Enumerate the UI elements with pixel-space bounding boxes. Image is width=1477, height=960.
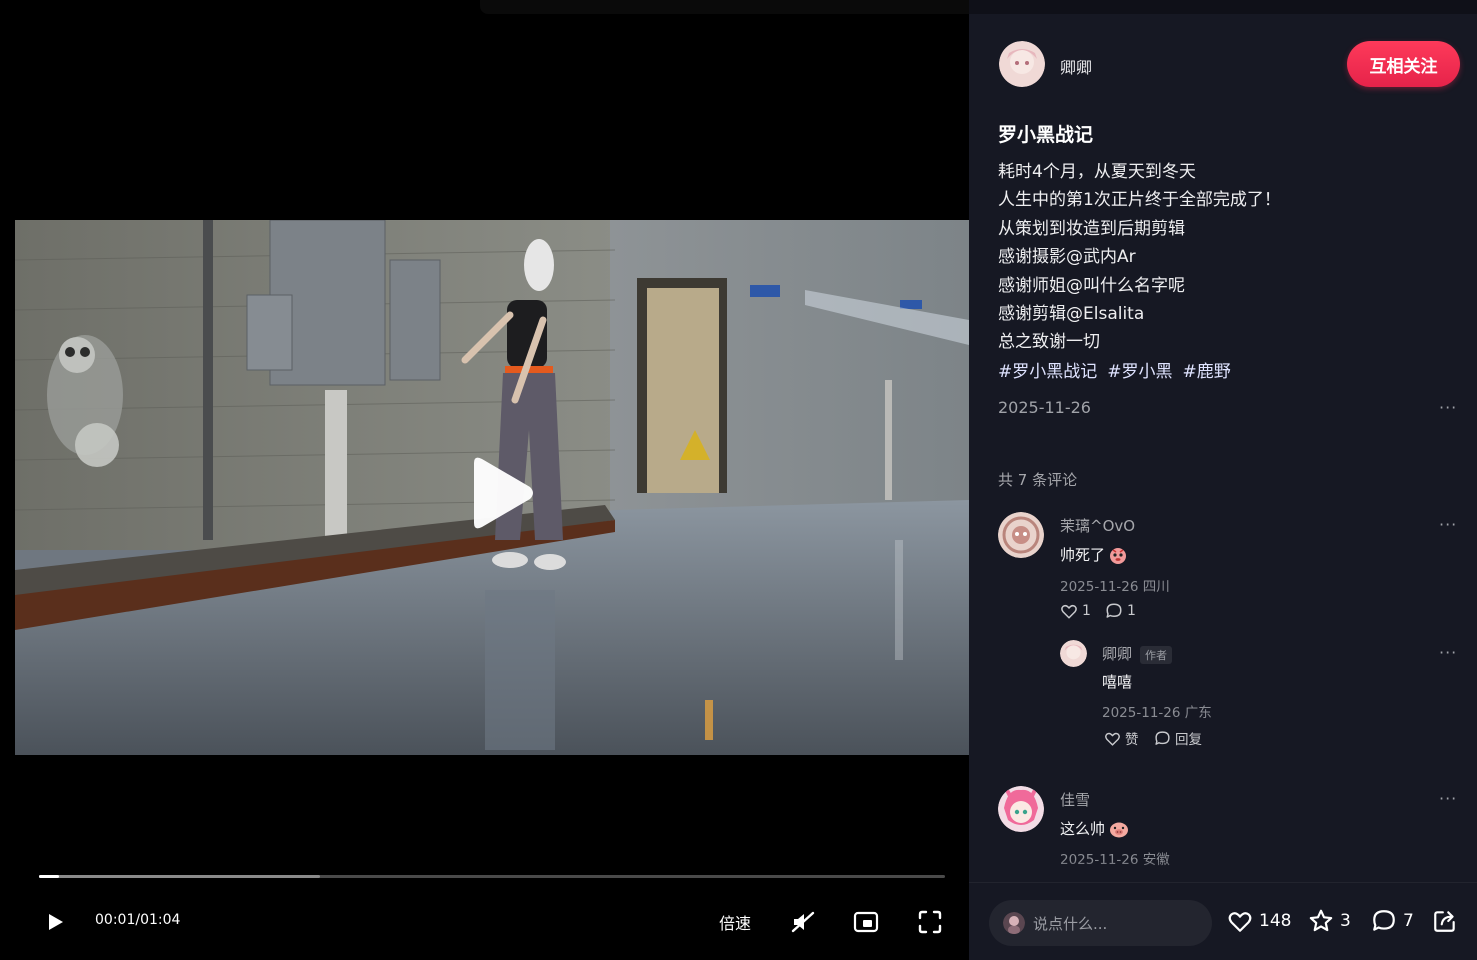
like-button[interactable]: 148	[1227, 908, 1291, 934]
hashtag-row: #罗小黑战记 #罗小黑 #鹿野	[998, 357, 1231, 382]
chat-bubble-icon	[1155, 730, 1170, 745]
post-title: 罗小黑战记	[998, 124, 1094, 146]
description-line: 总之致谢一切	[998, 332, 1100, 353]
heart-outline-icon	[1061, 604, 1077, 619]
reply-author-name-text[interactable]: 卿卿	[1102, 645, 1132, 663]
center-play-icon[interactable]	[466, 455, 536, 531]
reply-like-button[interactable]: 赞	[1104, 728, 1139, 748]
comment-button[interactable]: 7	[1371, 908, 1414, 934]
post-description: 耗时4个月，从夏天到冬天 人生中的第1次正片终于全部完成了！ 从策划到妆造到后期…	[998, 158, 1438, 357]
heart-outline-icon	[1105, 732, 1120, 746]
follow-button[interactable]: 互相关注	[1347, 41, 1460, 87]
comment-input[interactable]: 说点什么...	[989, 900, 1212, 946]
description-line: 感谢剪辑@Elsalita	[998, 304, 1145, 325]
comment-meta: 2025-11-26 四川	[1060, 579, 1170, 595]
comment-more-icon[interactable]: ···	[1439, 789, 1457, 808]
author-badge: 作者	[1140, 645, 1173, 664]
comment-count: 共 7 条评论	[998, 471, 1078, 489]
commenter-name[interactable]: 茉璃^OvO	[1060, 515, 1135, 536]
comment-reply-count: 1	[1127, 603, 1136, 619]
comment-input-placeholder: 说点什么...	[1033, 914, 1108, 933]
heart-outline-icon	[1228, 912, 1252, 932]
current-user-avatar	[1003, 912, 1025, 934]
description-line: 耗时4个月，从夏天到冬天	[998, 162, 1196, 182]
commenter-name[interactable]: 佳雪	[1060, 789, 1090, 810]
mute-button[interactable]	[788, 906, 818, 938]
detail-panel: 卿卿 互相关注 罗小黑战记 耗时4个月，从夏天到冬天 人生中的第1次正片终于全部…	[969, 0, 1477, 960]
progress-bar[interactable]	[39, 875, 945, 878]
picture-in-picture-icon	[853, 911, 879, 933]
description-line: 从策划到妆造到后期剪辑	[998, 218, 1185, 239]
hashtag-link[interactable]: #罗小黑	[1107, 357, 1172, 382]
description-line: 感谢摄影@武内Ar	[998, 247, 1136, 268]
chat-bubble-icon	[1373, 910, 1395, 931]
author-avatar[interactable]	[999, 41, 1045, 87]
hashtag-link[interactable]: #鹿野	[1183, 357, 1231, 382]
comment-like-count: 1	[1082, 603, 1091, 619]
reply-reply-label: 回复	[1175, 732, 1202, 748]
time-display: 00:01/01:04	[95, 912, 181, 928]
fullscreen-icon	[918, 910, 942, 934]
comment-text: 帅死了	[1060, 544, 1127, 565]
hashtag-link[interactable]: #罗小黑战记	[998, 357, 1097, 382]
reply-meta: 2025-11-26 广东	[1102, 705, 1212, 721]
commenter-avatar[interactable]	[998, 512, 1044, 558]
comment-text: 这么帅	[1060, 818, 1129, 839]
play-icon	[49, 914, 63, 930]
top-search-bar-hint	[480, 0, 980, 14]
comment-text-content: 帅死了	[1060, 546, 1106, 564]
star-outline-icon	[1309, 909, 1333, 932]
commenter-avatar[interactable]	[998, 786, 1044, 832]
comment-total-count: 7	[1403, 911, 1414, 931]
post-date: 2025-11-26	[998, 398, 1091, 417]
interaction-bar: 说点什么... 148 3 7	[969, 882, 1477, 960]
progress-played	[39, 875, 59, 878]
pig-face-emoji-icon	[1110, 822, 1129, 837]
reply-text: 嘻嘻	[1102, 673, 1133, 691]
reply-like-label: 赞	[1125, 732, 1139, 748]
top-bar-hint	[969, 0, 1477, 14]
angry-face-emoji-icon	[1110, 547, 1127, 564]
reply-more-icon[interactable]: ···	[1439, 643, 1457, 662]
favorite-button[interactable]: 3	[1308, 908, 1351, 934]
author-name[interactable]: 卿卿	[1060, 54, 1092, 78]
playback-speed-button[interactable]: 倍速	[719, 910, 751, 934]
description-line: 感谢师姐@叫什么名字呢	[998, 275, 1185, 296]
comment-more-icon[interactable]: ···	[1439, 515, 1457, 534]
reply-author-avatar[interactable]	[1060, 640, 1087, 667]
muted-speaker-icon	[791, 911, 815, 933]
comment-text-content: 这么帅	[1060, 820, 1106, 838]
post-more-icon[interactable]: ···	[1439, 398, 1457, 417]
video-player[interactable]: 00:01/01:04 倍速	[0, 0, 980, 960]
favorite-count: 3	[1340, 911, 1351, 931]
share-icon	[1434, 911, 1455, 932]
play-button[interactable]	[40, 906, 70, 938]
reply-author-name: 卿卿 作者	[1102, 643, 1173, 664]
like-count: 148	[1259, 911, 1292, 931]
comment-like-button[interactable]: 1	[1060, 602, 1091, 620]
comment-reply-button[interactable]: 1	[1105, 602, 1136, 620]
fullscreen-button[interactable]	[915, 906, 945, 938]
list-fade	[969, 860, 1477, 882]
picture-in-picture-button[interactable]	[851, 906, 881, 938]
description-line: 人生中的第1次正片终于全部完成了！	[998, 190, 1281, 211]
chat-bubble-icon	[1106, 603, 1122, 618]
share-button[interactable]	[1432, 908, 1458, 934]
reply-reply-button[interactable]: 回复	[1154, 728, 1202, 748]
progress-buffered	[39, 875, 320, 878]
